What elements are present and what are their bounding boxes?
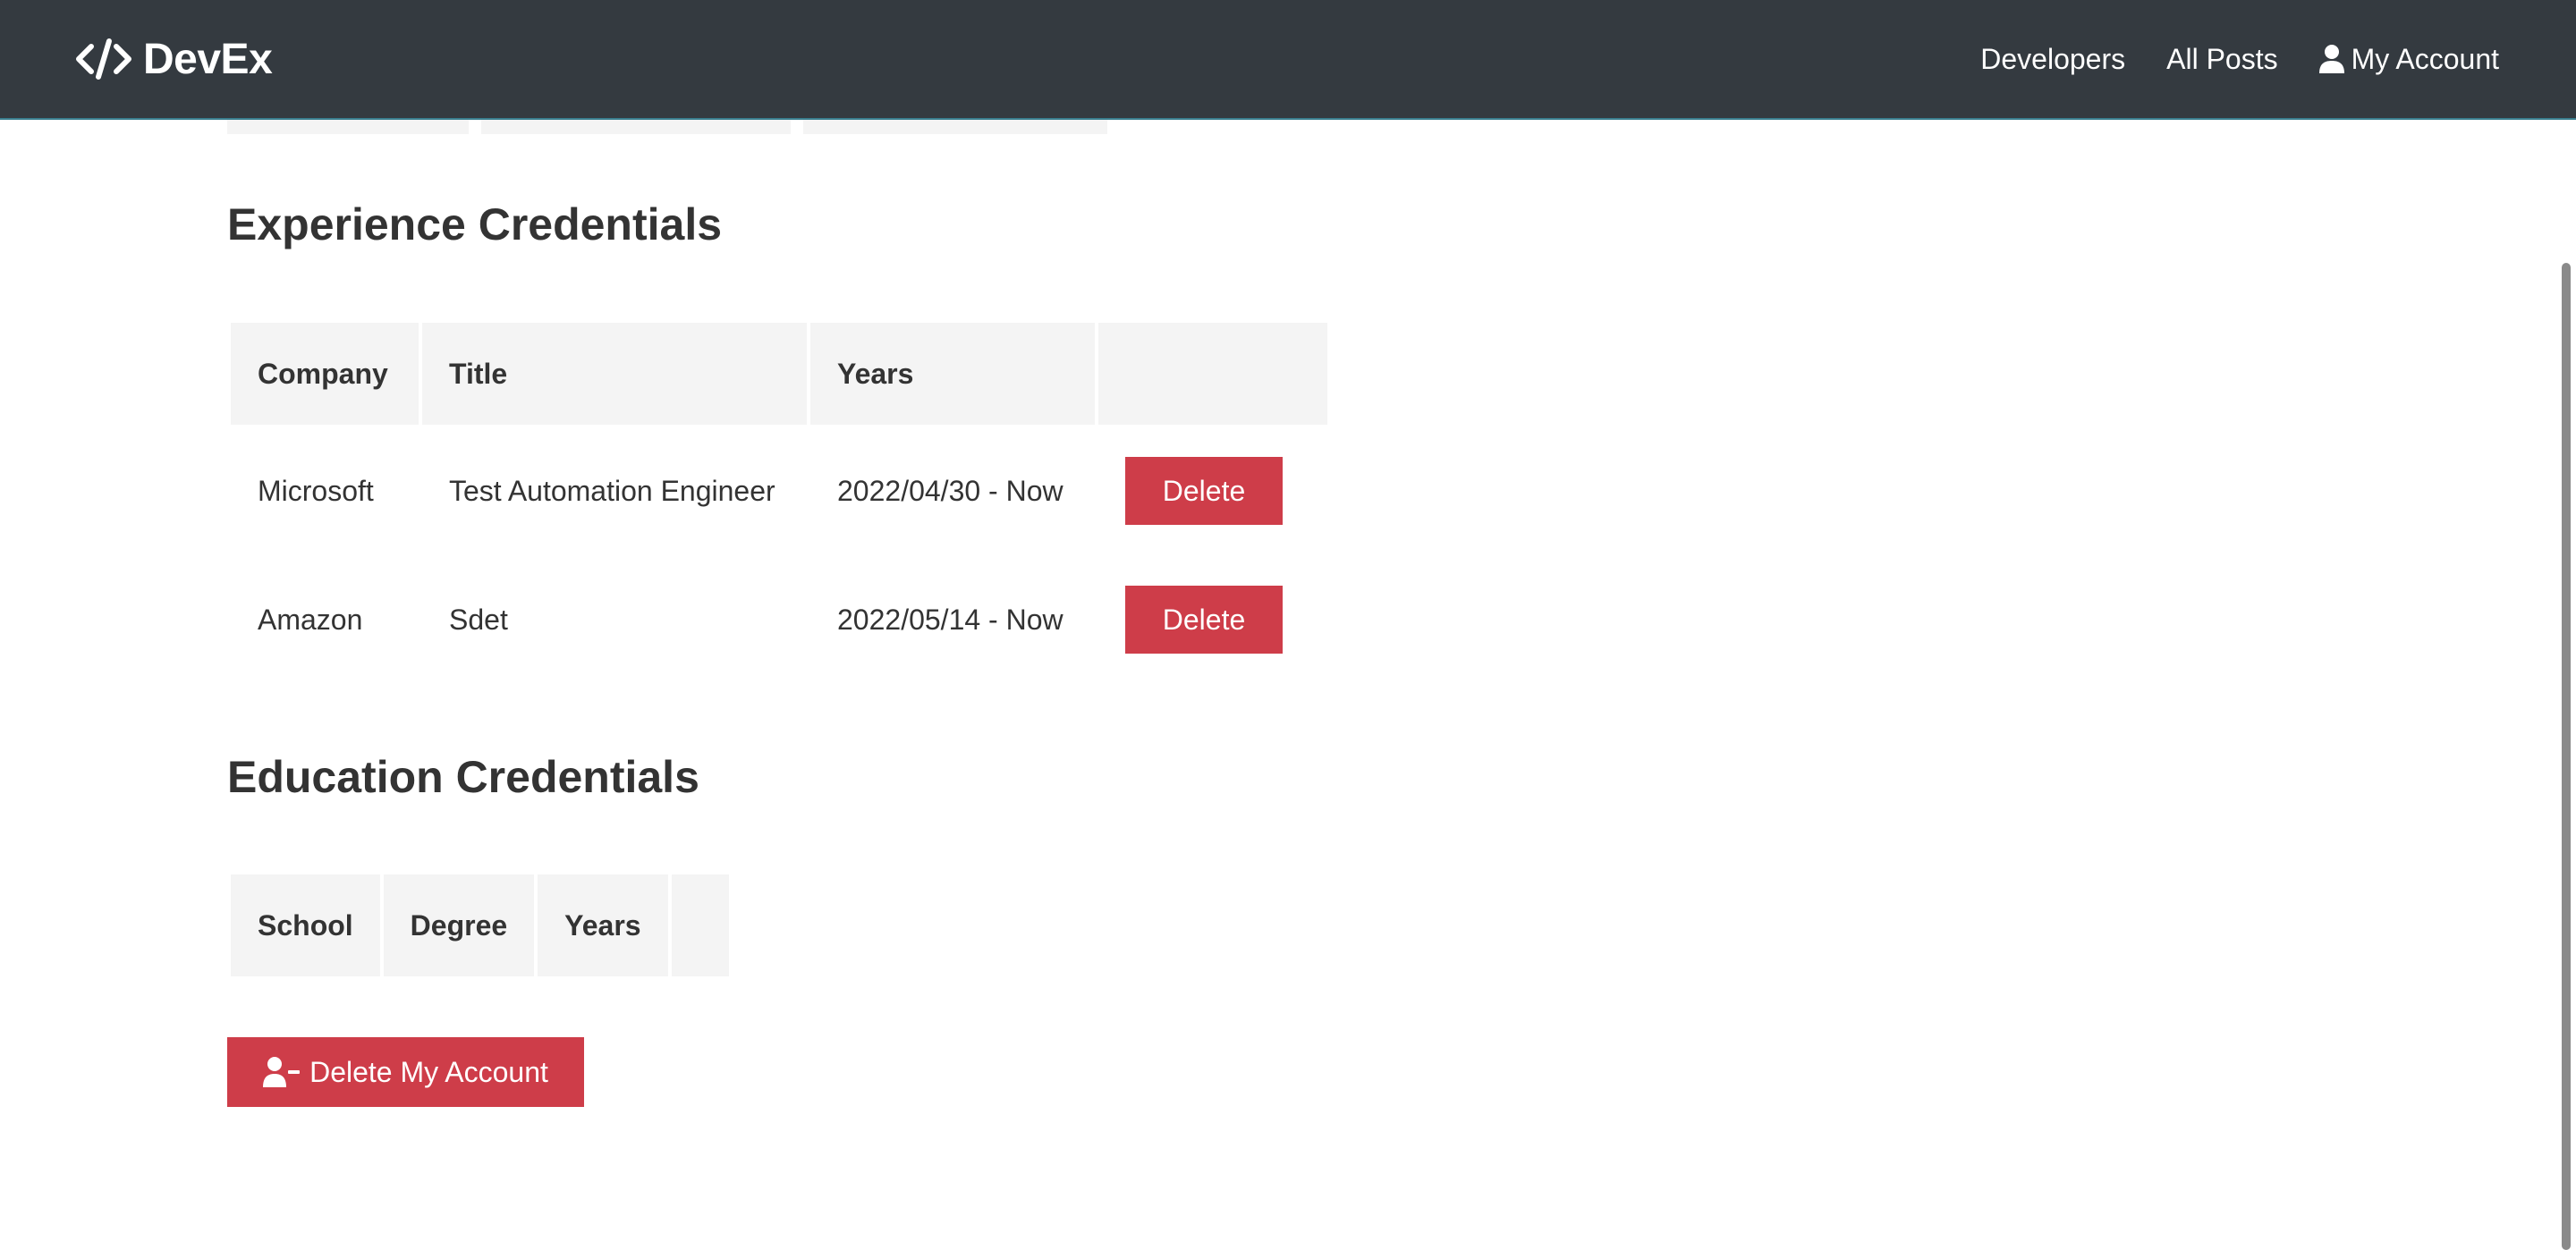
cell-years: 2022/05/14 - Now bbox=[837, 603, 1063, 636]
cell-company: Amazon bbox=[258, 603, 363, 636]
header-actions bbox=[1098, 323, 1327, 425]
tab-remnant-3 bbox=[803, 120, 1107, 134]
experience-header-row: Company Title Years bbox=[231, 323, 1327, 425]
delete-account-button[interactable]: Delete My Account bbox=[227, 1037, 584, 1107]
table-row: Microsoft Test Automation Engineer 2022/… bbox=[231, 428, 1327, 553]
delete-experience-button[interactable]: Delete bbox=[1125, 457, 1283, 525]
navbar: DevEx Developers All Posts My Account bbox=[0, 0, 2576, 120]
nav-my-account[interactable]: My Account bbox=[2318, 42, 2499, 76]
nav-all-posts[interactable]: All Posts bbox=[2166, 43, 2277, 76]
tab-remnant-2 bbox=[481, 120, 791, 134]
brand-link[interactable]: DevEx bbox=[75, 32, 273, 86]
header-school: School bbox=[231, 874, 380, 976]
experience-title: Experience Credentials bbox=[227, 199, 723, 249]
header-actions bbox=[671, 874, 729, 976]
nav-developers[interactable]: Developers bbox=[1980, 43, 2125, 76]
header-years: Years bbox=[810, 323, 1095, 425]
education-header-row: School Degree Years bbox=[231, 874, 729, 976]
user-icon bbox=[2318, 45, 2344, 73]
cell-action: Delete bbox=[1098, 557, 1327, 682]
brand-name: DevEx bbox=[143, 35, 273, 83]
table-row: Amazon Sdet 2022/05/14 - Now Delete bbox=[231, 557, 1327, 682]
delete-experience-button[interactable]: Delete bbox=[1125, 586, 1283, 654]
header-degree: Degree bbox=[383, 874, 535, 976]
experience-table: Company Title Years Microsoft Test Autom… bbox=[227, 319, 1331, 686]
cell-years: 2022/04/30 - Now bbox=[837, 474, 1063, 507]
education-title: Education Credentials bbox=[227, 752, 699, 802]
header-years: Years bbox=[538, 874, 668, 976]
code-icon bbox=[76, 38, 131, 80]
cell-title: Sdet bbox=[449, 603, 508, 636]
user-minus-icon bbox=[263, 1057, 301, 1087]
tab-remnant-1 bbox=[227, 120, 469, 134]
header-title: Title bbox=[422, 323, 807, 425]
scrollbar[interactable] bbox=[2556, 120, 2576, 1250]
cell-title: Test Automation Engineer bbox=[449, 474, 775, 507]
cell-action: Delete bbox=[1098, 428, 1327, 553]
delete-account-label: Delete My Account bbox=[309, 1055, 548, 1088]
nav-links: Developers All Posts My Account bbox=[1939, 36, 2499, 82]
scrollbar-thumb[interactable] bbox=[2562, 263, 2571, 1250]
nav-my-account-label: My Account bbox=[2351, 42, 2499, 75]
education-table: School Degree Years bbox=[227, 871, 733, 980]
cell-company: Microsoft bbox=[258, 474, 374, 507]
header-company: Company bbox=[231, 323, 419, 425]
